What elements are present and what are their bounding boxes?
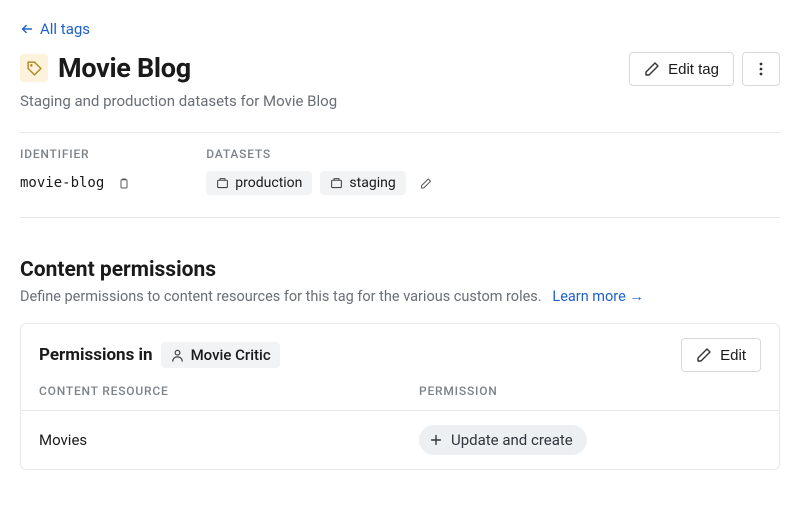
user-icon <box>170 348 185 363</box>
content-permissions-description: Define permissions to content resources … <box>20 288 542 305</box>
datasets-label: DATASETS <box>206 147 437 161</box>
copy-identifier-button[interactable] <box>112 171 136 195</box>
learn-more-link[interactable]: Learn more → <box>552 288 643 305</box>
edit-permissions-button[interactable]: Edit <box>681 338 761 372</box>
arrow-left-icon <box>20 22 34 36</box>
permissions-title-prefix: Permissions in <box>39 345 153 365</box>
content-permissions-heading: Content permissions <box>20 258 780 282</box>
permissions-card: Permissions in Movie Critic Edit CONTENT… <box>20 323 780 470</box>
more-actions-button[interactable] <box>742 52 780 86</box>
identifier-label: IDENTIFIER <box>20 147 136 161</box>
column-header-permission: PERMISSION <box>419 384 761 398</box>
dataset-chip: production <box>206 171 312 195</box>
edit-tag-button[interactable]: Edit tag <box>629 52 734 86</box>
edit-datasets-button[interactable] <box>414 171 438 195</box>
back-link-label: All tags <box>40 20 90 38</box>
pencil-icon <box>420 176 432 191</box>
dataset-icon <box>330 177 343 190</box>
pencil-icon <box>696 347 712 363</box>
divider <box>20 217 780 218</box>
clipboard-icon <box>118 176 130 191</box>
back-to-all-tags-link[interactable]: All tags <box>20 20 90 38</box>
permission-pill[interactable]: Update and create <box>419 425 587 455</box>
dataset-chip: staging <box>320 171 405 195</box>
identifier-value: movie-blog <box>20 175 104 191</box>
dataset-icon <box>216 177 229 190</box>
dots-vertical-icon <box>753 61 769 77</box>
role-name: Movie Critic <box>191 346 271 364</box>
dataset-chip-label: production <box>235 175 302 191</box>
page-title: Movie Blog <box>58 52 191 84</box>
tag-icon <box>20 54 48 82</box>
resource-cell: Movies <box>39 431 419 449</box>
role-chip: Movie Critic <box>161 342 280 368</box>
divider <box>20 132 780 133</box>
plus-icon <box>429 433 443 447</box>
permission-label: Update and create <box>451 431 573 449</box>
table-row: Movies Update and create <box>21 410 779 469</box>
column-header-resource: CONTENT RESOURCE <box>39 384 419 398</box>
dataset-chip-label: staging <box>349 175 395 191</box>
page-subtitle: Staging and production datasets for Movi… <box>20 92 337 110</box>
edit-permissions-label: Edit <box>720 348 746 363</box>
pencil-icon <box>644 61 660 77</box>
edit-tag-label: Edit tag <box>668 62 719 77</box>
